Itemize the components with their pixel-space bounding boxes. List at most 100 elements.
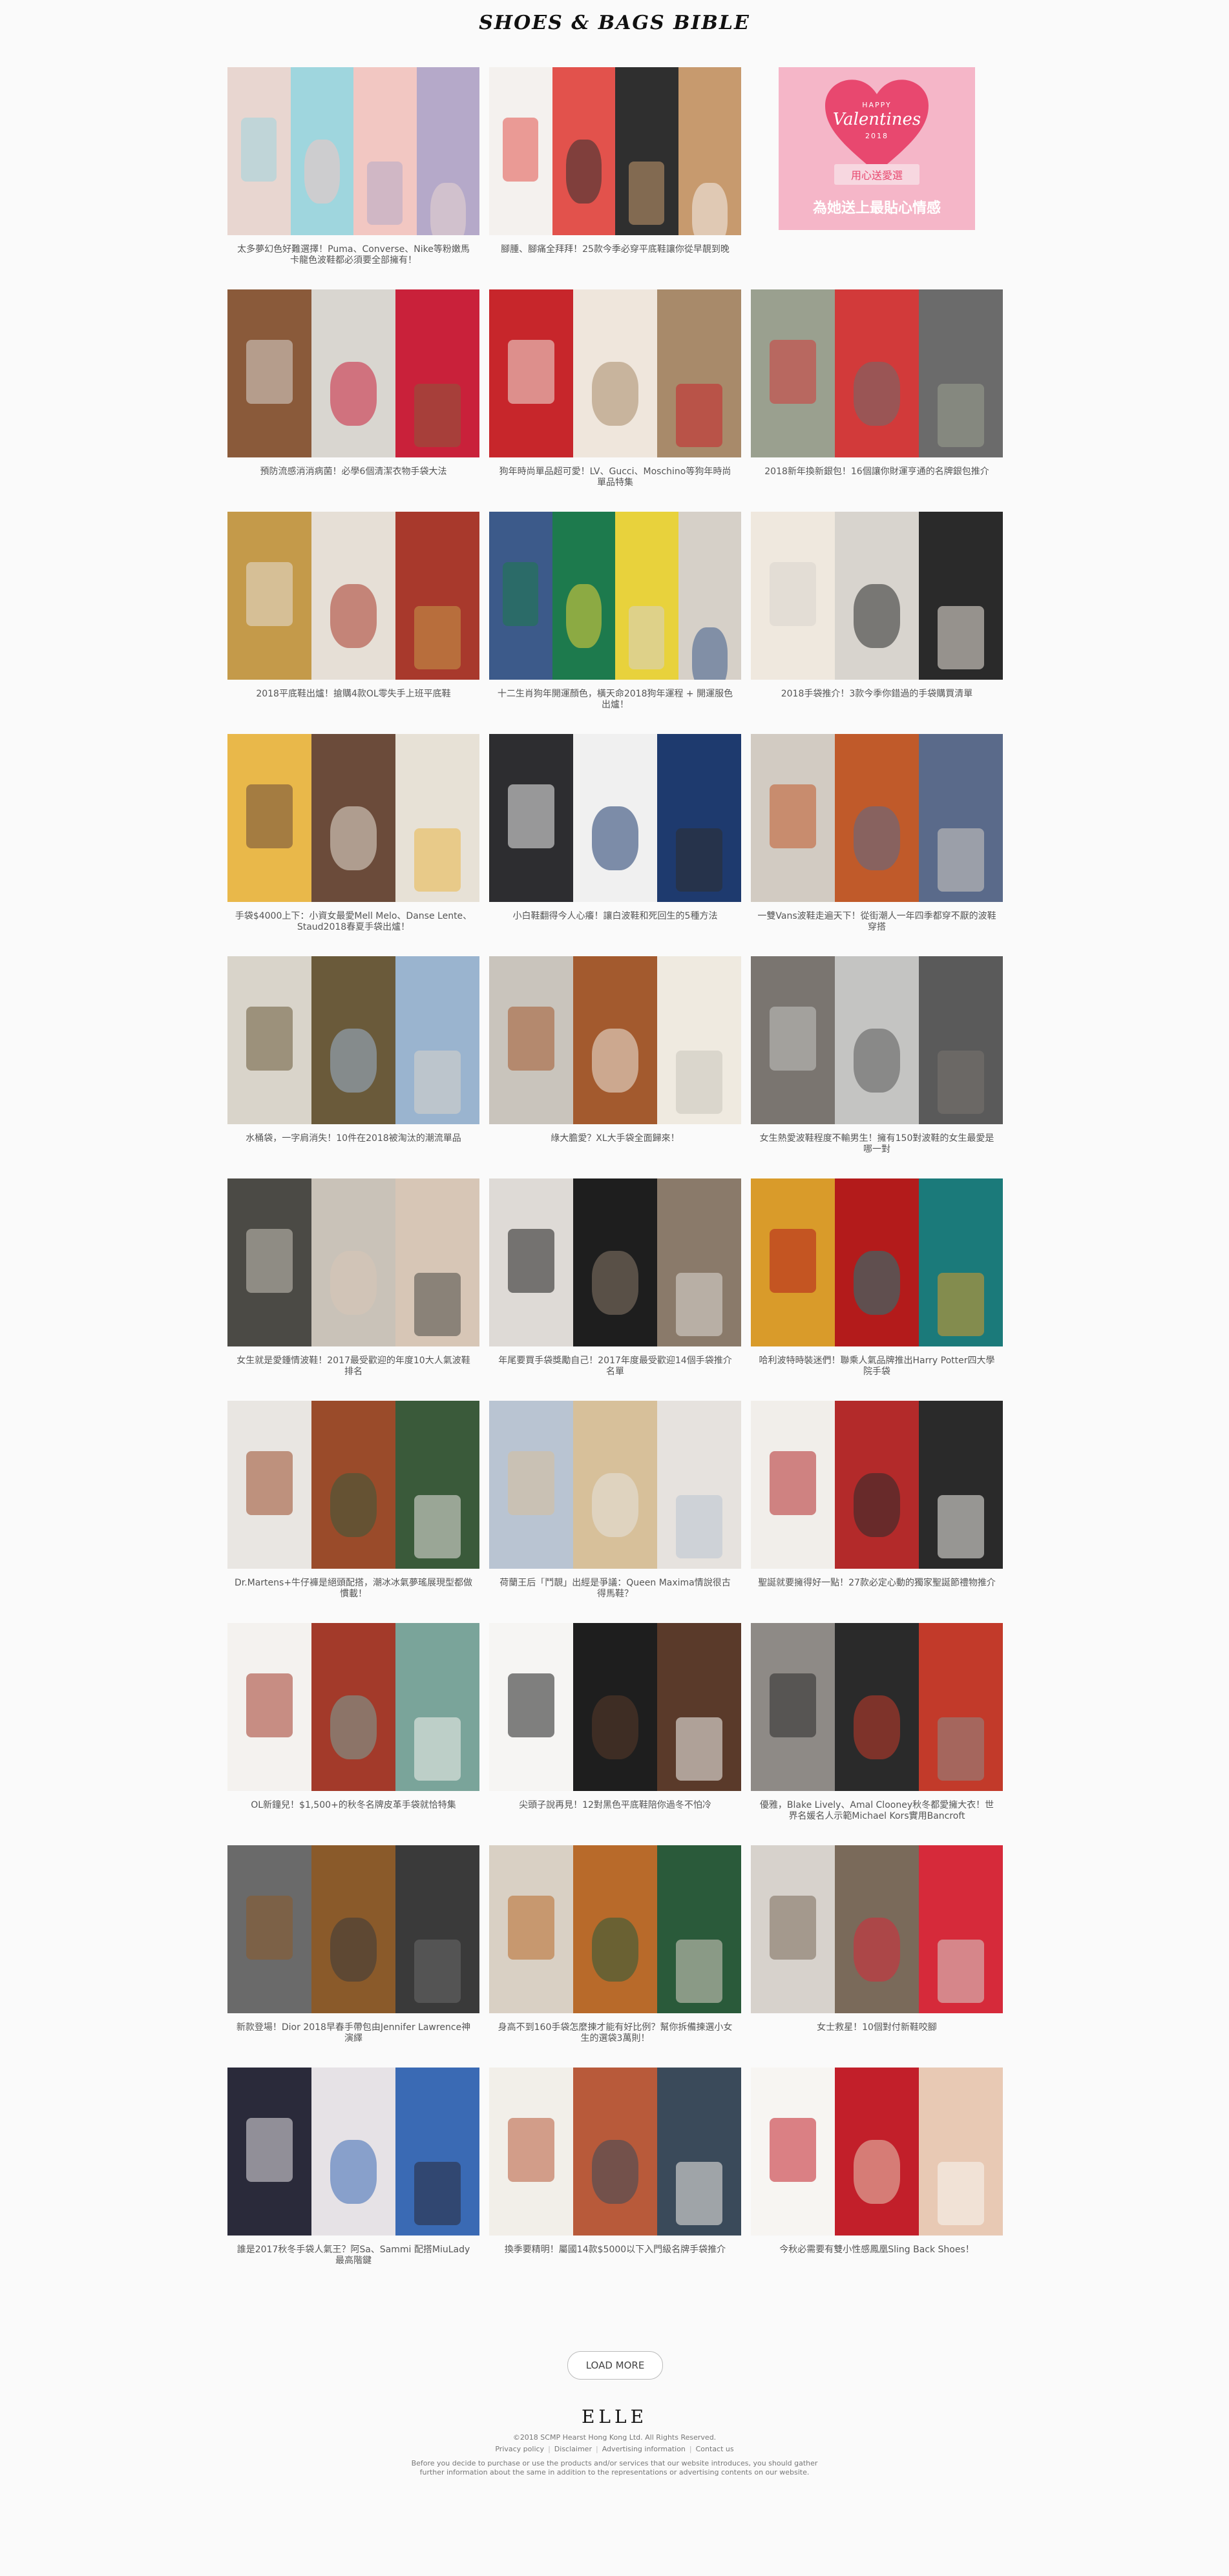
disclaimer-link[interactable]: Disclaimer: [554, 2445, 592, 2453]
article-card[interactable]: 手袋$4000上下：小資女最愛Mell Melo、Danse Lente、Sta…: [227, 734, 479, 932]
article-thumbnail[interactable]: [751, 512, 1003, 680]
thumbnail-panel: [572, 1845, 657, 2013]
article-thumbnail[interactable]: [751, 289, 1003, 457]
article-card[interactable]: Dr.Martens+牛仔褲是絕頭配搭，潮冰冰氣夢瑤展現型都做慣載！: [227, 1401, 479, 1599]
article-card[interactable]: 荷蘭王后「鬥靚」出經是爭議：Queen Maxima情說很古得馬鞋？: [489, 1401, 741, 1599]
article-card[interactable]: 2018新年換新銀包！16個讓你財運亨通的名牌銀包推介: [751, 289, 1003, 477]
article-card[interactable]: 腳腫、腳痛全拜拜！25款今季必穿平底鞋讓你從早靚到晚: [489, 67, 741, 255]
article-caption[interactable]: 女生就是愛鍾情波鞋！2017最受歡迎的年度10大人氣波鞋排名: [227, 1356, 479, 1377]
article-caption[interactable]: 十二生肖狗年開運顏色，橫天命2018狗年運程 + 開運服色出爐！: [489, 689, 741, 711]
article-card[interactable]: 年尾要買手袋獎勵自己！2017年度最受歡迎14個手袋推介名單: [489, 1178, 741, 1377]
article-thumbnail[interactable]: [489, 956, 741, 1124]
article-thumbnail[interactable]: [227, 2068, 479, 2236]
article-thumbnail[interactable]: [227, 512, 479, 680]
article-thumbnail[interactable]: [489, 67, 741, 235]
article-thumbnail[interactable]: [489, 734, 741, 902]
article-caption[interactable]: Dr.Martens+牛仔褲是絕頭配搭，潮冰冰氣夢瑤展現型都做慣載！: [227, 1578, 479, 1600]
article-thumbnail[interactable]: [227, 956, 479, 1124]
article-thumbnail[interactable]: [489, 289, 741, 457]
article-caption[interactable]: 女生熱愛波鞋程度不輸男生！擁有150對波鞋的女生最愛是哪一對: [751, 1133, 1003, 1155]
elle-logo[interactable]: ELLE: [0, 2406, 1229, 2427]
article-thumbnail[interactable]: [489, 1401, 741, 1569]
article-caption[interactable]: 新款登場！Dior 2018早春手帶包由Jennifer Lawrence神演繹: [227, 2022, 479, 2044]
article-caption[interactable]: OL新鐘兒！$1,500+的秋冬名牌皮革手袋就恰特集: [227, 1800, 479, 1811]
article-caption[interactable]: 小白鞋翻得今人心癢！讓白波鞋和死回生的5種方法: [489, 911, 741, 922]
thumbnail-shape: [591, 1250, 639, 1315]
article-caption[interactable]: 年尾要買手袋獎勵自己！2017年度最受歡迎14個手袋推介名單: [489, 1356, 741, 1377]
article-thumbnail[interactable]: [227, 1178, 479, 1346]
article-caption[interactable]: 聖誕就要擁得好一點！27款必定心動的獨家聖誕節禮物推介: [751, 1578, 1003, 1589]
article-caption[interactable]: 水桶袋，一字肩消失！10件在2018被淘汰的潮流單品: [227, 1133, 479, 1144]
article-thumbnail[interactable]: [751, 956, 1003, 1124]
valentine-banner[interactable]: HAPPY Valentines 2018 用心送愛選 為她送上最貼心情感: [779, 67, 975, 230]
article-caption[interactable]: 綠大膽愛？XL大手袋全面歸來！: [489, 1133, 741, 1144]
article-thumbnail[interactable]: [227, 289, 479, 457]
article-card[interactable]: 哈利波特時裝迷們！聯乘人氣品牌推出Harry Potter四大學院手袋: [751, 1178, 1003, 1377]
article-thumbnail[interactable]: [227, 1623, 479, 1791]
article-thumbnail[interactable]: [489, 1178, 741, 1346]
load-more-button[interactable]: LOAD MORE: [567, 2351, 663, 2380]
article-card[interactable]: 狗年時尚單品超可愛！LV、Gucci、Moschino等狗年時尚單品特集: [489, 289, 741, 488]
article-card[interactable]: 新款登場！Dior 2018早春手帶包由Jennifer Lawrence神演繹: [227, 1845, 479, 2044]
valentine-promo-card[interactable]: HAPPY Valentines 2018 用心送愛選 為她送上最貼心情感: [751, 67, 1003, 230]
article-card[interactable]: 2018手袋推介！3款今季你錯過的手袋購買清單: [751, 512, 1003, 699]
article-caption[interactable]: 今秋必需要有雙小性感鳳凰Sling Back Shoes！: [751, 2245, 1003, 2256]
article-caption[interactable]: 優雅，Blake Lively、Amal Clooney秋冬都愛擁大衣！世界名媛…: [751, 1800, 1003, 1822]
article-thumbnail[interactable]: [751, 1623, 1003, 1791]
article-card[interactable]: 小白鞋翻得今人心癢！讓白波鞋和死回生的5種方法: [489, 734, 741, 921]
article-thumbnail[interactable]: [751, 1401, 1003, 1569]
article-card[interactable]: 身高不到160手袋怎麼揀才能有好比例？幫你拆備揀選小女生的選袋3萬則！: [489, 1845, 741, 2044]
thumbnail-panel: [489, 1623, 573, 1791]
article-thumbnail[interactable]: [751, 1845, 1003, 2013]
privacy-policy-link[interactable]: Privacy policy: [495, 2445, 544, 2453]
article-card[interactable]: 優雅，Blake Lively、Amal Clooney秋冬都愛擁大衣！世界名媛…: [751, 1623, 1003, 1821]
article-thumbnail[interactable]: [227, 1401, 479, 1569]
article-caption[interactable]: 誰是2017秋冬手袋人氣王？阿Sa、Sammi 配搭MiuLady最高階鍵: [227, 2245, 479, 2267]
article-card[interactable]: 換季要精明！屬國14款$5000以下入門級名牌手袋推介: [489, 2068, 741, 2255]
article-caption[interactable]: 尖頭子說再見！12對黑色平底鞋陪你過冬不怕冷: [489, 1800, 741, 1811]
article-card[interactable]: 女生熱愛波鞋程度不輸男生！擁有150對波鞋的女生最愛是哪一對: [751, 956, 1003, 1155]
article-thumbnail[interactable]: [489, 512, 741, 680]
article-thumbnail[interactable]: [751, 1178, 1003, 1346]
article-card[interactable]: 2018平底鞋出爐！搶購4款OL零失手上班平底鞋: [227, 512, 479, 699]
article-caption[interactable]: 一雙Vans波鞋走遍天下！從街潮人一年四季都穿不厭的波鞋穿搭: [751, 911, 1003, 933]
article-caption[interactable]: 身高不到160手袋怎麼揀才能有好比例？幫你拆備揀選小女生的選袋3萬則！: [489, 2022, 741, 2044]
article-card[interactable]: 今秋必需要有雙小性感鳳凰Sling Back Shoes！: [751, 2068, 1003, 2255]
thumbnail-shape: [675, 1494, 723, 1559]
article-caption[interactable]: 狗年時尚單品超可愛！LV、Gucci、Moschino等狗年時尚單品特集: [489, 466, 741, 488]
article-thumbnail[interactable]: [227, 1845, 479, 2013]
article-thumbnail[interactable]: [489, 1623, 741, 1791]
article-caption[interactable]: 女士救星！10個對付新鞋咬腳: [751, 2022, 1003, 2033]
article-caption[interactable]: 太多夢幻色好難選擇！Puma、Converse、Nike等粉嫩馬卡龍色波鞋都必須…: [227, 244, 479, 266]
article-thumbnail[interactable]: [227, 67, 479, 235]
article-card[interactable]: 尖頭子說再見！12對黑色平底鞋陪你過冬不怕冷: [489, 1623, 741, 1810]
article-card[interactable]: 太多夢幻色好難選擇！Puma、Converse、Nike等粉嫩馬卡龍色波鞋都必須…: [227, 67, 479, 266]
article-thumbnail[interactable]: [751, 2068, 1003, 2236]
article-card[interactable]: 女生就是愛鍾情波鞋！2017最受歡迎的年度10大人氣波鞋排名: [227, 1178, 479, 1377]
advertising-link[interactable]: Advertising information: [602, 2445, 686, 2453]
thumbnail-panel: [395, 289, 479, 457]
article-caption[interactable]: 腳腫、腳痛全拜拜！25款今季必穿平底鞋讓你從早靚到晚: [489, 244, 741, 255]
article-thumbnail[interactable]: [489, 2068, 741, 2236]
article-thumbnail[interactable]: [751, 734, 1003, 902]
contact-us-link[interactable]: Contact us: [696, 2445, 734, 2453]
article-caption[interactable]: 2018平底鞋出爐！搶購4款OL零失手上班平底鞋: [227, 689, 479, 700]
article-card[interactable]: 預防流感消消病菌！必學6個清潔衣物手袋大法: [227, 289, 479, 477]
article-card[interactable]: 聖誕就要擁得好一點！27款必定心動的獨家聖誕節禮物推介: [751, 1401, 1003, 1588]
article-card[interactable]: OL新鐘兒！$1,500+的秋冬名牌皮革手袋就恰特集: [227, 1623, 479, 1810]
article-card[interactable]: 綠大膽愛？XL大手袋全面歸來！: [489, 956, 741, 1144]
article-caption[interactable]: 荷蘭王后「鬥靚」出經是爭議：Queen Maxima情說很古得馬鞋？: [489, 1578, 741, 1600]
article-thumbnail[interactable]: [227, 734, 479, 902]
article-caption[interactable]: 2018手袋推介！3款今季你錯過的手袋購買清單: [751, 689, 1003, 700]
article-card[interactable]: 女士救星！10個對付新鞋咬腳: [751, 1845, 1003, 2033]
article-caption[interactable]: 手袋$4000上下：小資女最愛Mell Melo、Danse Lente、Sta…: [227, 911, 479, 933]
article-caption[interactable]: 預防流感消消病菌！必學6個清潔衣物手袋大法: [227, 466, 479, 477]
article-caption[interactable]: 哈利波特時裝迷們！聯乘人氣品牌推出Harry Potter四大學院手袋: [751, 1356, 1003, 1377]
article-card[interactable]: 一雙Vans波鞋走遍天下！從街潮人一年四季都穿不厭的波鞋穿搭: [751, 734, 1003, 932]
article-thumbnail[interactable]: [489, 1845, 741, 2013]
article-card[interactable]: 水桶袋，一字肩消失！10件在2018被淘汰的潮流單品: [227, 956, 479, 1144]
article-card[interactable]: 十二生肖狗年開運顏色，橫天命2018狗年運程 + 開運服色出爐！: [489, 512, 741, 710]
article-card[interactable]: 誰是2017秋冬手袋人氣王？阿Sa、Sammi 配搭MiuLady最高階鍵: [227, 2068, 479, 2266]
article-caption[interactable]: 2018新年換新銀包！16個讓你財運亨通的名牌銀包推介: [751, 466, 1003, 477]
article-caption[interactable]: 換季要精明！屬國14款$5000以下入門級名牌手袋推介: [489, 2245, 741, 2256]
